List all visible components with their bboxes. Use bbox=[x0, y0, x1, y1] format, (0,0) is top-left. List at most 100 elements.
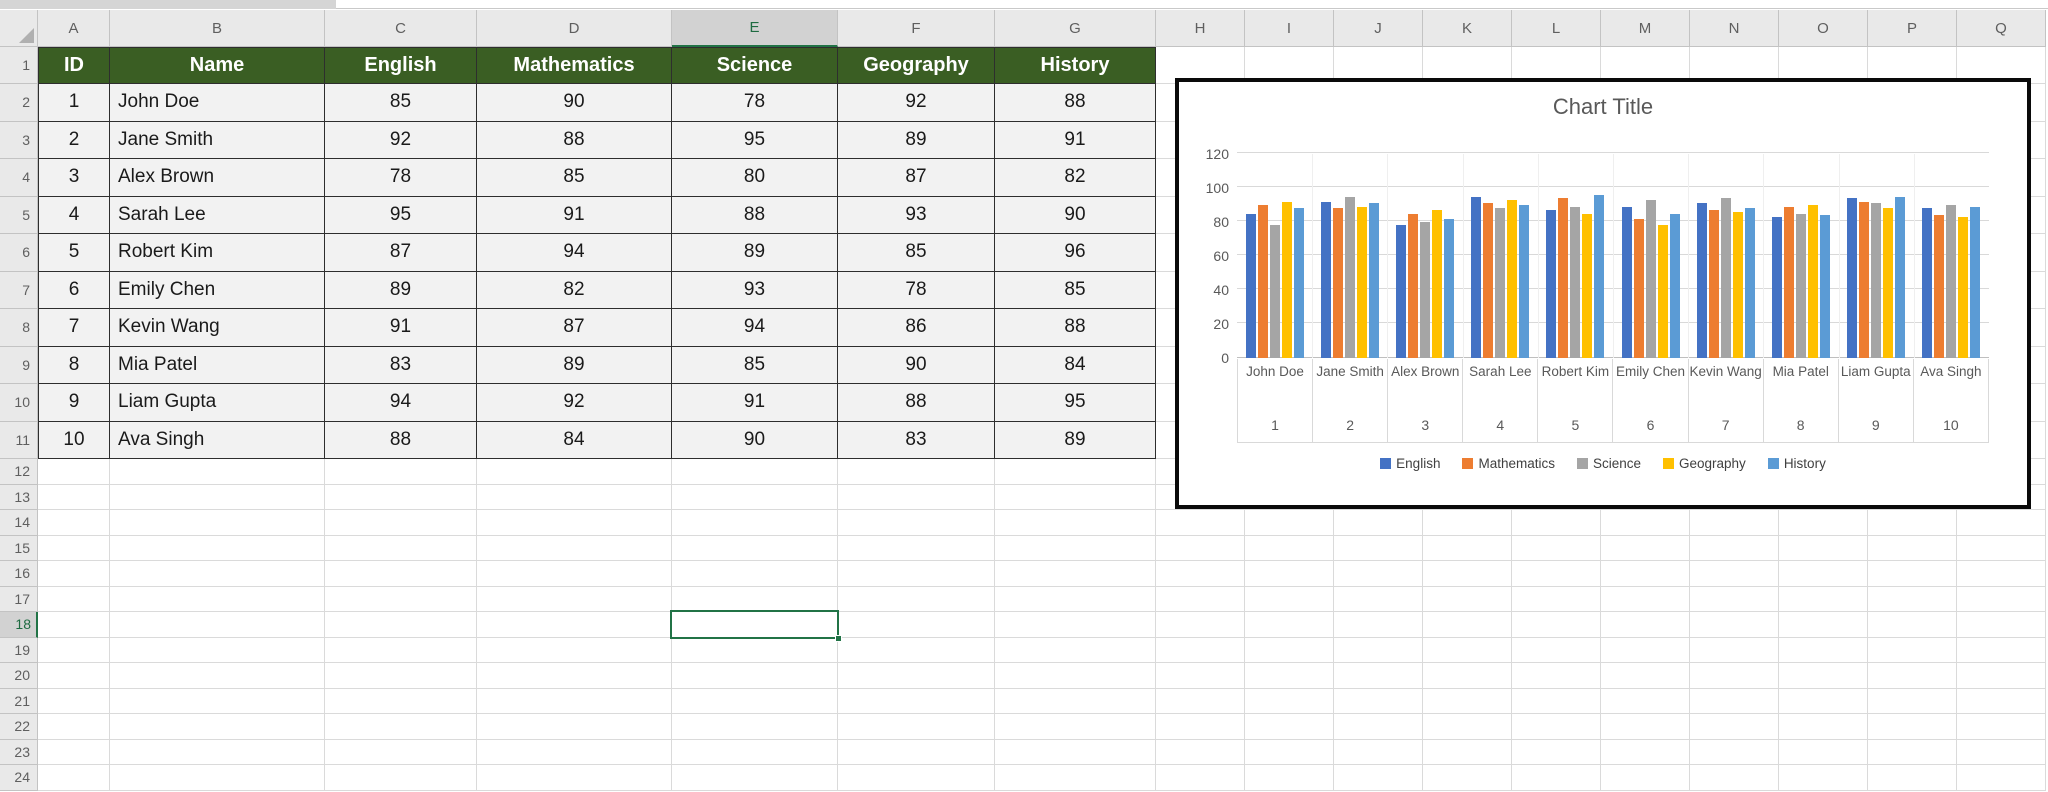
column-header-G[interactable]: G bbox=[995, 10, 1156, 47]
cell-A20[interactable] bbox=[38, 663, 110, 689]
chart-legend[interactable]: English Mathematics Science Geography Histor… bbox=[1179, 456, 2027, 471]
row-header-2[interactable]: 2 bbox=[0, 84, 38, 122]
cell-E16[interactable] bbox=[672, 561, 838, 587]
cell-Q14[interactable] bbox=[1957, 510, 2046, 536]
cell-P22[interactable] bbox=[1868, 714, 1957, 740]
cell-A4[interactable]: 3 bbox=[38, 159, 110, 197]
row-header-9[interactable]: 9 bbox=[0, 346, 38, 384]
cell-G10[interactable]: 95 bbox=[995, 384, 1156, 422]
cell-G17[interactable] bbox=[995, 586, 1156, 612]
cell-E5[interactable]: 88 bbox=[672, 196, 838, 234]
cell-G7[interactable]: 85 bbox=[995, 271, 1156, 309]
cell-M15[interactable] bbox=[1601, 535, 1690, 561]
bar-english-8[interactable] bbox=[1772, 216, 1783, 358]
cell-G12[interactable] bbox=[995, 459, 1156, 485]
bar-mathematics-3[interactable] bbox=[1408, 213, 1418, 358]
cell-L20[interactable] bbox=[1512, 663, 1601, 689]
cell-B23[interactable] bbox=[110, 739, 325, 765]
cell-O19[interactable] bbox=[1779, 637, 1868, 663]
cell-H17[interactable] bbox=[1156, 586, 1245, 612]
cell-E10[interactable]: 91 bbox=[672, 384, 838, 422]
cell-F24[interactable] bbox=[838, 765, 995, 791]
cell-I18[interactable] bbox=[1245, 612, 1334, 638]
cell-O20[interactable] bbox=[1779, 663, 1868, 689]
cell-M20[interactable] bbox=[1601, 663, 1690, 689]
cell-N23[interactable] bbox=[1690, 739, 1779, 765]
cell-I19[interactable] bbox=[1245, 637, 1334, 663]
cell-J17[interactable] bbox=[1334, 586, 1423, 612]
cell-L14[interactable] bbox=[1512, 510, 1601, 536]
cell-D17[interactable] bbox=[477, 586, 672, 612]
bar-science-2[interactable] bbox=[1344, 196, 1355, 358]
cell-C1[interactable]: English bbox=[325, 47, 477, 84]
cell-P20[interactable] bbox=[1868, 663, 1957, 689]
cell-F15[interactable] bbox=[838, 535, 995, 561]
cell-G8[interactable]: 88 bbox=[995, 309, 1156, 347]
cell-K24[interactable] bbox=[1423, 765, 1512, 791]
cell-D13[interactable] bbox=[477, 484, 672, 510]
column-header-H[interactable]: H bbox=[1156, 10, 1245, 47]
cell-B20[interactable] bbox=[110, 663, 325, 689]
cell-M17[interactable] bbox=[1601, 586, 1690, 612]
cell-C19[interactable] bbox=[325, 637, 477, 663]
chart-title[interactable]: Chart Title bbox=[1179, 94, 2027, 120]
cell-B9[interactable]: Mia Patel bbox=[110, 346, 325, 384]
cell-C14[interactable] bbox=[325, 510, 477, 536]
bar-mathematics-10[interactable] bbox=[1934, 215, 1945, 358]
cell-G11[interactable]: 89 bbox=[995, 421, 1156, 459]
cell-A7[interactable]: 6 bbox=[38, 271, 110, 309]
cell-C3[interactable]: 92 bbox=[325, 121, 477, 159]
cell-G21[interactable] bbox=[995, 688, 1156, 714]
row-header-1[interactable]: 1 bbox=[0, 47, 38, 84]
bar-english-10[interactable] bbox=[1922, 208, 1933, 358]
cell-P16[interactable] bbox=[1868, 561, 1957, 587]
cell-G22[interactable] bbox=[995, 714, 1156, 740]
cell-D11[interactable]: 84 bbox=[477, 421, 672, 459]
cell-B16[interactable] bbox=[110, 561, 325, 587]
cell-L17[interactable] bbox=[1512, 586, 1601, 612]
cell-N15[interactable] bbox=[1690, 535, 1779, 561]
cell-H18[interactable] bbox=[1156, 612, 1245, 638]
bar-geography-3[interactable] bbox=[1432, 210, 1442, 358]
cell-I20[interactable] bbox=[1245, 663, 1334, 689]
cell-B6[interactable]: Robert Kim bbox=[110, 234, 325, 272]
cell-A19[interactable] bbox=[38, 637, 110, 663]
cell-I22[interactable] bbox=[1245, 714, 1334, 740]
legend-item-science[interactable]: Science bbox=[1576, 456, 1641, 471]
cell-K21[interactable] bbox=[1423, 688, 1512, 714]
column-header-P[interactable]: P bbox=[1868, 10, 1957, 47]
cell-D19[interactable] bbox=[477, 637, 672, 663]
cell-E13[interactable] bbox=[672, 484, 838, 510]
cell-Q18[interactable] bbox=[1957, 612, 2046, 638]
cell-F23[interactable] bbox=[838, 739, 995, 765]
cell-O23[interactable] bbox=[1779, 739, 1868, 765]
cell-F8[interactable]: 86 bbox=[838, 309, 995, 347]
cell-O16[interactable] bbox=[1779, 561, 1868, 587]
cell-Q24[interactable] bbox=[1957, 765, 2046, 791]
cell-M21[interactable] bbox=[1601, 688, 1690, 714]
fill-handle[interactable] bbox=[835, 635, 842, 642]
cell-E17[interactable] bbox=[672, 586, 838, 612]
cell-A21[interactable] bbox=[38, 688, 110, 714]
cell-L24[interactable] bbox=[1512, 765, 1601, 791]
cell-P23[interactable] bbox=[1868, 739, 1957, 765]
cell-G24[interactable] bbox=[995, 765, 1156, 791]
bar-english-6[interactable] bbox=[1621, 206, 1632, 358]
cell-B7[interactable]: Emily Chen bbox=[110, 271, 325, 309]
cell-I23[interactable] bbox=[1245, 739, 1334, 765]
cell-D3[interactable]: 88 bbox=[477, 121, 672, 159]
column-header-M[interactable]: M bbox=[1601, 10, 1690, 47]
legend-item-geography[interactable]: Geography bbox=[1663, 456, 1746, 471]
cell-P19[interactable] bbox=[1868, 637, 1957, 663]
bar-history-6[interactable] bbox=[1669, 213, 1680, 358]
cell-B18[interactable] bbox=[110, 612, 325, 638]
bar-english-1[interactable] bbox=[1245, 213, 1256, 358]
select-all-corner[interactable] bbox=[0, 10, 38, 47]
bar-english-3[interactable] bbox=[1396, 225, 1406, 358]
cell-Q17[interactable] bbox=[1957, 586, 2046, 612]
bar-science-4[interactable] bbox=[1495, 208, 1506, 358]
cell-E7[interactable]: 93 bbox=[672, 271, 838, 309]
cell-E1[interactable]: Science bbox=[672, 47, 838, 84]
cell-N22[interactable] bbox=[1690, 714, 1779, 740]
cell-J18[interactable] bbox=[1334, 612, 1423, 638]
